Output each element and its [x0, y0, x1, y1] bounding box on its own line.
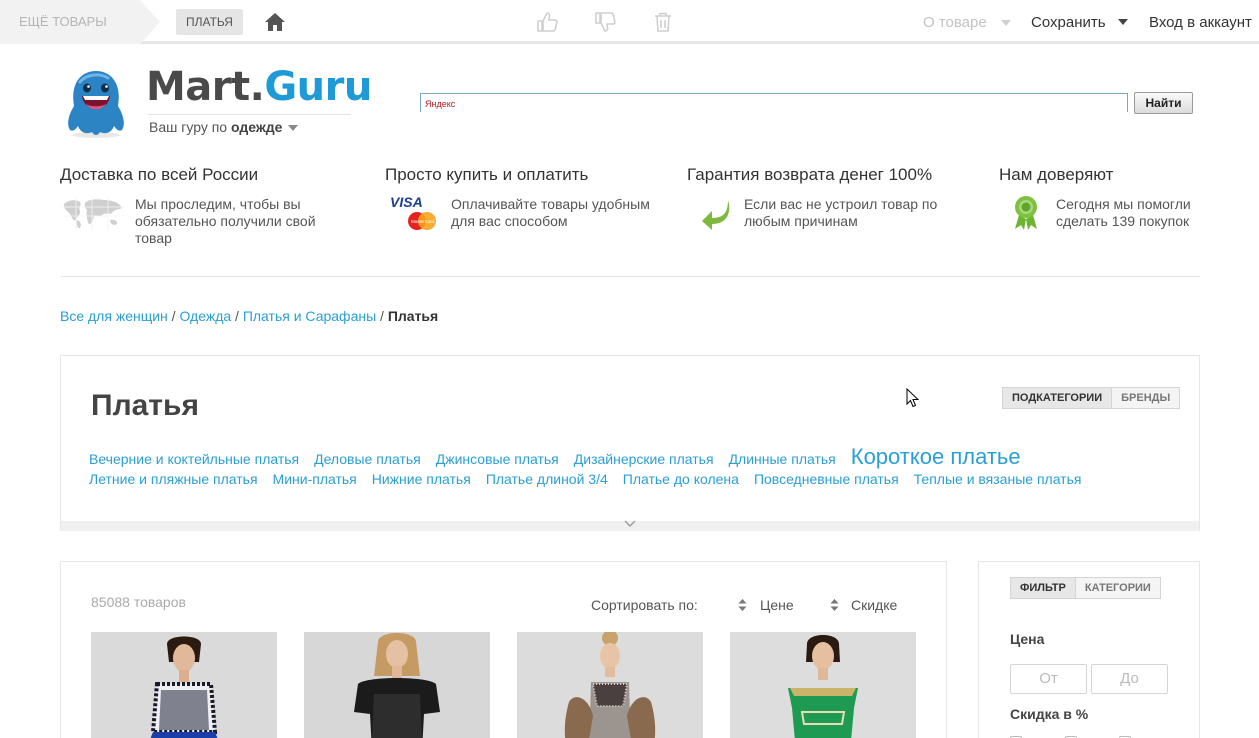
- search-button[interactable]: Найти: [1134, 92, 1193, 114]
- filter-panel: ФИЛЬТР КАТЕГОРИИ Цена От До Скидка в %: [978, 561, 1200, 738]
- login-link[interactable]: Вход в аккаунт: [1149, 14, 1252, 31]
- page-title: Платья: [91, 389, 199, 422]
- subcategory-link[interactable]: Вечерние и коктейльные платья: [89, 451, 299, 467]
- benefit-text-trust: Сегодня мы помогли сделать 139 покупок: [1056, 196, 1191, 229]
- subcategory-links: Вечерние и коктейльные платья Деловые пл…: [89, 444, 1189, 498]
- home-icon[interactable]: [264, 12, 286, 32]
- product-image[interactable]: [517, 632, 703, 738]
- benefit-title-guarantee: Гарантия возврата денег 100%: [687, 165, 933, 184]
- subcategory-link[interactable]: Повседневные платья: [754, 471, 899, 487]
- tab-subcategories[interactable]: ПОДКАТЕГОРИИ: [1003, 388, 1112, 408]
- payment-cards-icon: VISA MasterCard: [390, 194, 436, 230]
- sort-by-discount[interactable]: Скидке: [851, 597, 897, 613]
- breadcrumb-separator: /: [380, 308, 384, 324]
- subcategory-link-featured[interactable]: Короткое платье: [851, 444, 1021, 470]
- benefit-text-guarantee: Если вас не устроил товар по любым причи…: [744, 196, 938, 229]
- products-panel: 85088 товаров Сортировать по: Цене Скидк…: [60, 561, 947, 738]
- category-panel: Платья ПОДКАТЕГОРИИ БРЕНДЫ Вечерние и ко…: [60, 355, 1200, 531]
- svg-text:MasterCard: MasterCard: [411, 219, 435, 224]
- tab-categories[interactable]: КАТЕГОРИИ: [1074, 578, 1160, 598]
- sort-arrows-icon[interactable]: [738, 598, 747, 612]
- logo-divider: [148, 114, 351, 115]
- price-to-input[interactable]: До: [1091, 664, 1168, 694]
- world-map-icon: [60, 196, 124, 230]
- breadcrumb-current: Платья: [387, 308, 439, 324]
- subcategory-link[interactable]: Нижние платья: [372, 471, 471, 487]
- subcategory-link[interactable]: Теплые и вязаные платья: [914, 471, 1082, 487]
- search-field[interactable]: [420, 93, 1128, 113]
- return-arrow-icon: [702, 200, 730, 230]
- award-badge-icon: [1015, 196, 1037, 230]
- benefit-title-delivery: Доставка по всей России: [60, 165, 259, 184]
- benefit-text-payment: Оплачивайте товары удобным для вас спосо…: [451, 196, 650, 229]
- chevron-down-icon[interactable]: [624, 520, 636, 528]
- sort-arrows-icon[interactable]: [830, 598, 839, 612]
- search-input[interactable]: [421, 95, 1127, 113]
- product-image[interactable]: [304, 632, 490, 738]
- discount-label: Скидка в %: [1010, 706, 1089, 722]
- site-tagline[interactable]: Ваш гуру по одежде: [149, 119, 299, 135]
- category-tabs: ПОДКАТЕГОРИИ БРЕНДЫ: [1002, 387, 1181, 409]
- chevron-down-icon: [288, 125, 299, 132]
- tab-filter[interactable]: ФИЛЬТР: [1011, 578, 1075, 598]
- subcategory-link[interactable]: Платье длиной 3/4: [486, 471, 608, 487]
- thumbs-down-icon[interactable]: [594, 11, 616, 33]
- chevron-down-icon: [1001, 20, 1011, 26]
- filter-tabs: ФИЛЬТР КАТЕГОРИИ: [1010, 577, 1161, 599]
- price-label: Цена: [1010, 631, 1045, 647]
- subcategory-link[interactable]: Деловые платья: [314, 451, 421, 467]
- sort-label: Сортировать по:: [591, 597, 698, 613]
- breadcrumb-link[interactable]: Одежда: [179, 308, 231, 324]
- breadcrumb-link[interactable]: Все для женщин: [60, 308, 168, 324]
- site-logo[interactable]: Mart.Guru: [146, 64, 372, 110]
- subcategory-link[interactable]: Летние и пляжные платья: [89, 471, 258, 487]
- about-product-menu[interactable]: О товаре: [923, 14, 987, 31]
- breadcrumb-link[interactable]: Платья и Сарафаны: [243, 308, 376, 324]
- subcategory-link[interactable]: Мини-платья: [273, 471, 357, 487]
- benefit-title-payment: Просто купить и оплатить: [385, 165, 589, 184]
- top-toolbar: ЕЩЁ ТОВАРЫ ПЛАТЬЯ О товаре Сохранить Вхо…: [0, 0, 1259, 44]
- tab-brands[interactable]: БРЕНДЫ: [1111, 388, 1180, 408]
- thumbs-up-icon[interactable]: [536, 11, 558, 33]
- breadcrumb-separator: /: [235, 308, 239, 324]
- subcategory-link[interactable]: Платье до колена: [623, 471, 739, 487]
- price-from-input[interactable]: От: [1010, 664, 1087, 694]
- subcategory-link[interactable]: Длинные платья: [729, 451, 836, 467]
- product-image[interactable]: [91, 632, 277, 738]
- sort-by-price[interactable]: Цене: [760, 597, 794, 613]
- mouse-cursor-icon: [906, 388, 920, 408]
- breadcrumb: Все для женщин / Одежда / Платья и Сараф…: [60, 308, 438, 324]
- product-count: 85088 товаров: [91, 594, 186, 610]
- product-image[interactable]: [730, 632, 916, 738]
- benefit-text-delivery: Мы проследим, чтобы вы обязательно получ…: [135, 196, 316, 246]
- subcategory-link[interactable]: Дизайнерские платья: [574, 451, 714, 467]
- current-category-tag[interactable]: ПЛАТЬЯ: [176, 9, 243, 35]
- breadcrumb-separator: /: [171, 308, 176, 324]
- more-items-arrow: [140, 0, 160, 44]
- mascot-logo-icon[interactable]: [60, 66, 132, 138]
- subcategory-link[interactable]: Джинсовые платья: [436, 451, 559, 467]
- svg-text:VISA: VISA: [390, 194, 423, 210]
- trash-icon[interactable]: [652, 11, 674, 33]
- divider: [60, 276, 1200, 277]
- more-items-button[interactable]: ЕЩЁ ТОВАРЫ: [0, 0, 140, 44]
- benefit-title-trust: Нам доверяют: [999, 165, 1114, 184]
- save-menu[interactable]: Сохранить: [1031, 14, 1106, 31]
- chevron-down-icon: [1118, 19, 1128, 25]
